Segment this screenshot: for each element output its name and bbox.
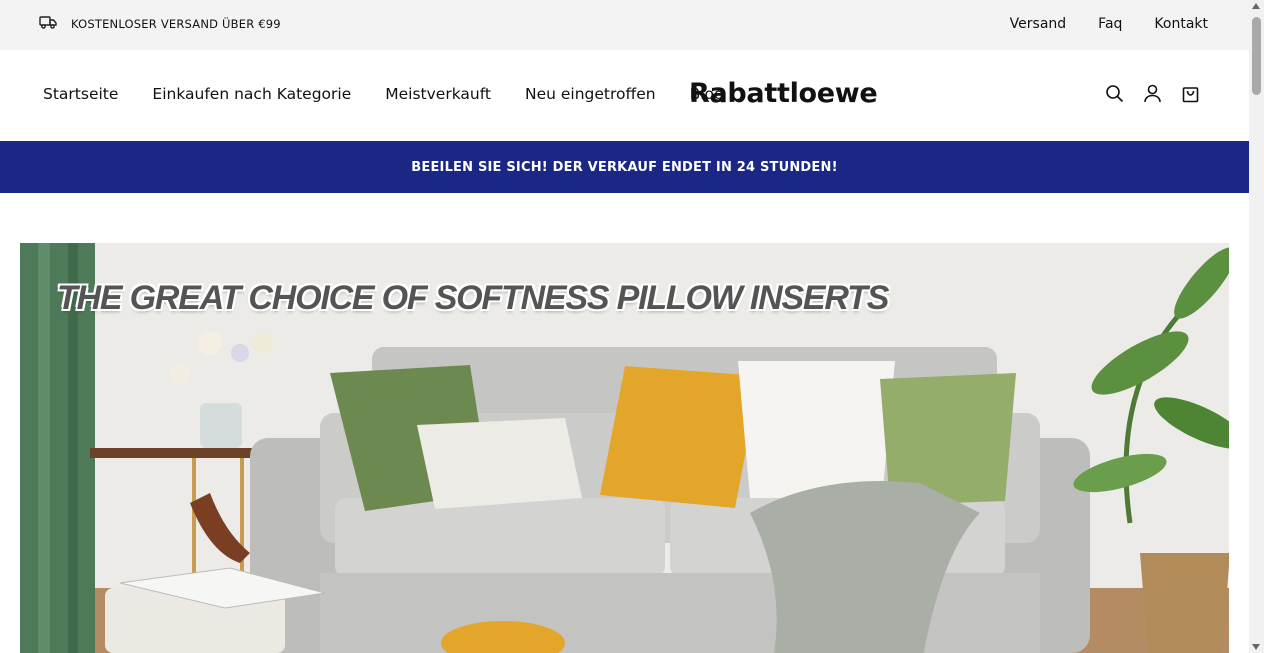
site-logo[interactable]: Rabattloewe <box>689 78 878 109</box>
scroll-down-icon[interactable] <box>1252 644 1260 650</box>
main-header: Startseite Einkaufen nach Kategorie Meis… <box>0 50 1249 141</box>
menu-item-meistverkauft[interactable]: Meistverkauft <box>385 85 491 103</box>
link-versand[interactable]: Versand <box>1010 16 1067 32</box>
menu-item-kategorie[interactable]: Einkaufen nach Kategorie <box>152 85 351 103</box>
truck-icon <box>39 14 57 34</box>
announcement-bar: KOSTENLOSER VERSAND ÜBER €99 Versand Faq… <box>0 0 1249 50</box>
header-icons <box>1105 84 1200 103</box>
hero-banner[interactable]: THE GREAT CHOICE OF SOFTNESS PILLOW INSE… <box>20 243 1229 653</box>
menu-item-neu-eingetroffen[interactable]: Neu eingetroffen <box>525 85 656 103</box>
link-faq[interactable]: Faq <box>1098 16 1122 32</box>
search-icon[interactable] <box>1105 84 1124 103</box>
cart-icon[interactable] <box>1181 84 1200 103</box>
account-icon[interactable] <box>1143 84 1162 103</box>
scroll-up-icon[interactable] <box>1252 3 1260 9</box>
menu-item-startseite[interactable]: Startseite <box>43 85 118 103</box>
top-links: Versand Faq Kontakt <box>1010 16 1208 32</box>
free-shipping-text: KOSTENLOSER VERSAND ÜBER €99 <box>71 17 281 31</box>
sale-banner: BEEILEN SIE SICH! DER VERKAUF ENDET IN 2… <box>0 141 1249 193</box>
sale-banner-text: BEEILEN SIE SICH! DER VERKAUF ENDET IN 2… <box>411 159 838 175</box>
scrollbar-thumb[interactable] <box>1252 17 1261 95</box>
hero-title: THE GREAT CHOICE OF SOFTNESS PILLOW INSE… <box>57 279 889 317</box>
main-menu: Startseite Einkaufen nach Kategorie Meis… <box>43 85 724 103</box>
page-scrollbar[interactable] <box>1249 0 1264 653</box>
free-shipping-notice: KOSTENLOSER VERSAND ÜBER €99 <box>39 14 281 34</box>
link-kontakt[interactable]: Kontakt <box>1154 16 1208 32</box>
